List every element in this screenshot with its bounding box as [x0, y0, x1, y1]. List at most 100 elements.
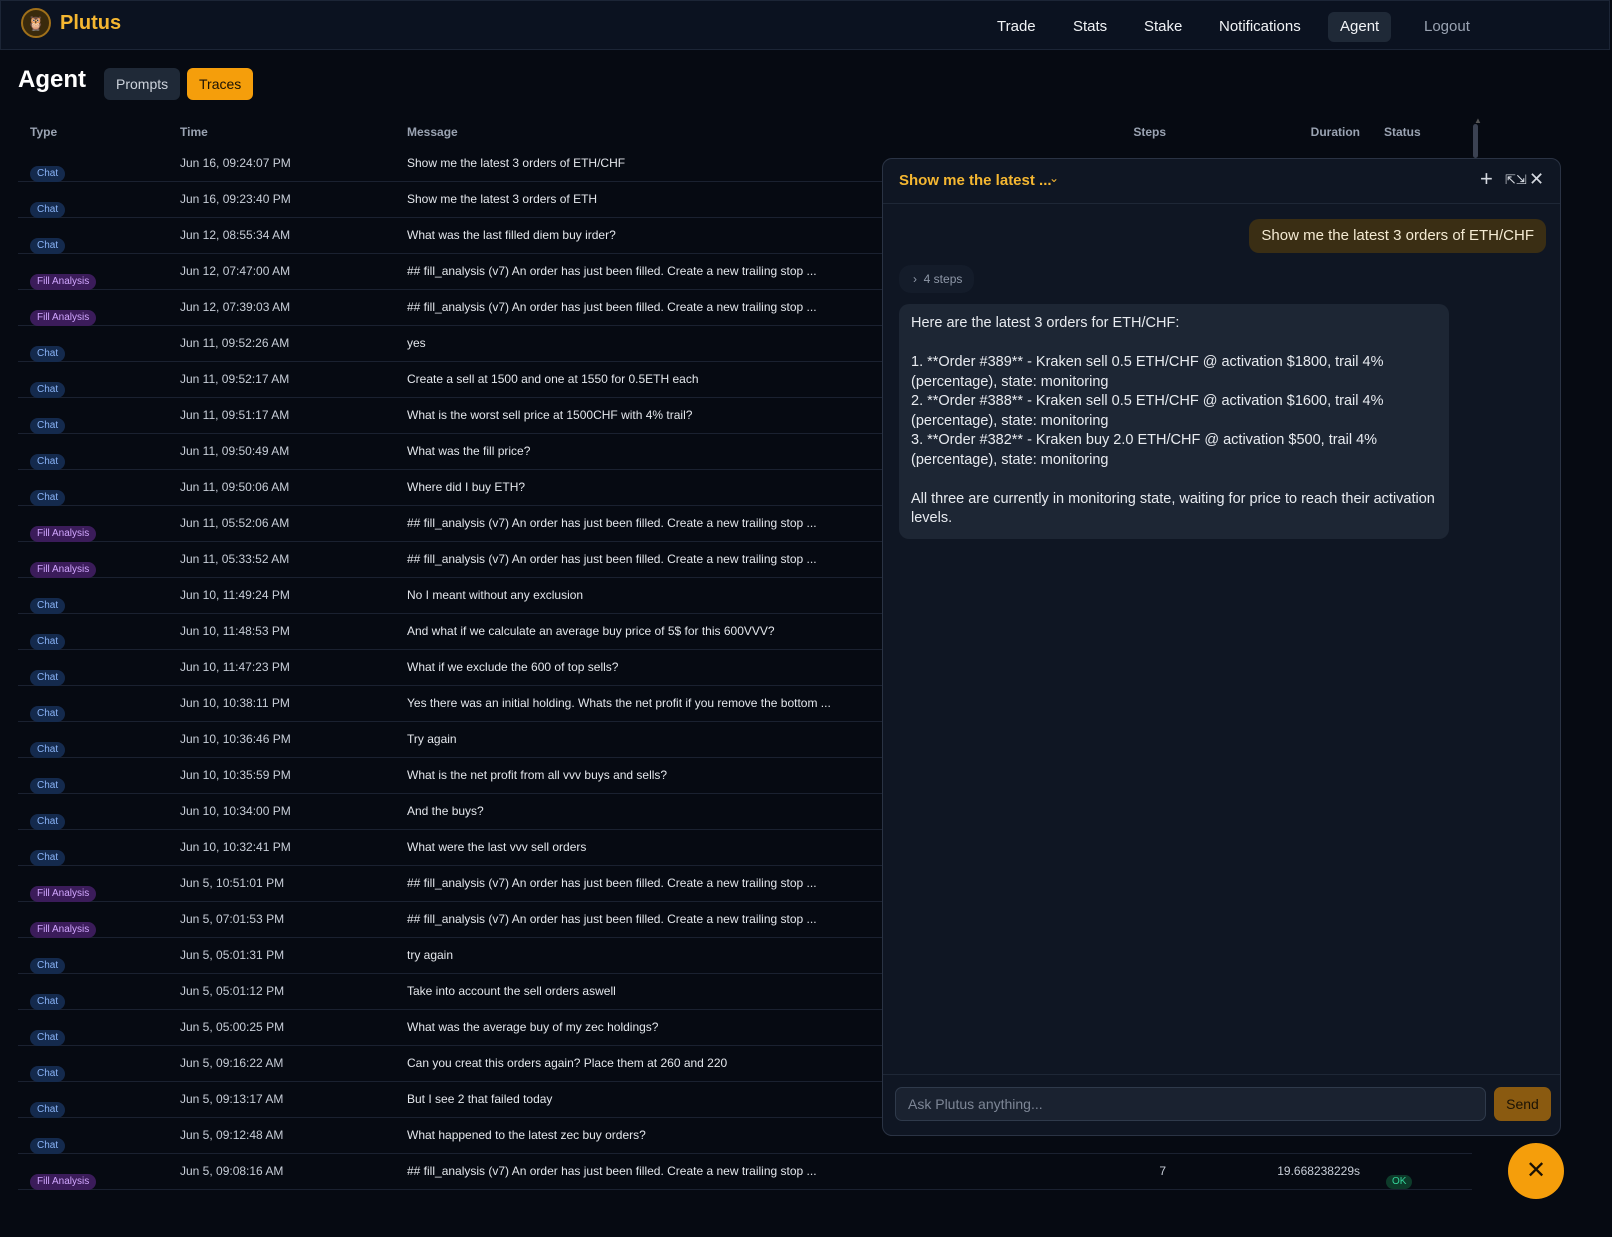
conversation-title[interactable]: Show me the latest ... [899, 172, 1052, 189]
expand-icon[interactable]: ⇱⇲ [1505, 171, 1527, 189]
row-message: Take into account the sell orders aswell [407, 984, 616, 998]
assistant-line: All three are currently in monitoring st… [911, 490, 1435, 527]
row-time: Jun 10, 10:32:41 PM [180, 840, 291, 854]
type-badge-label: Chat [30, 742, 66, 758]
row-message: ## fill_analysis (v7) An order has just … [407, 300, 817, 314]
table-row[interactable]: Fill Analysis Jun 5, 09:08:16 AM ## fill_a… [18, 1154, 1472, 1190]
row-time: Jun 10, 10:36:46 PM [180, 732, 291, 746]
type-badge-label: Chat [30, 346, 66, 362]
col-time[interactable]: Time [180, 125, 208, 139]
col-duration[interactable]: Duration [1311, 125, 1360, 139]
type-badge-label: Fill Analysis [30, 310, 97, 326]
row-time: Jun 10, 10:34:00 PM [180, 804, 291, 818]
row-time: Jun 5, 10:51:01 PM [180, 876, 285, 890]
nav-agent[interactable]: Agent [1328, 12, 1392, 42]
type-badge-label: Chat [30, 634, 66, 650]
type-badge-label: Chat [30, 850, 66, 866]
brand[interactable]: 🦉 Plutus [21, 8, 121, 38]
row-message: ## fill_analysis (v7) An order has just … [407, 264, 817, 278]
send-button[interactable]: Send [1494, 1087, 1551, 1121]
row-time: Jun 5, 09:13:17 AM [180, 1092, 284, 1106]
row-message: Create a sell at 1500 and one at 1550 fo… [407, 372, 699, 386]
row-message: No I meant without any exclusion [407, 588, 584, 602]
row-time: Jun 11, 05:33:52 AM [180, 552, 290, 566]
row-time: Jun 11, 09:50:49 AM [180, 444, 290, 458]
steps-label: 4 steps [923, 272, 963, 286]
type-badge-label: Fill Analysis [30, 922, 97, 938]
type-badge-label: Chat [30, 598, 66, 614]
type-badge-label: Fill Analysis [30, 1174, 97, 1190]
row-message: ## fill_analysis (v7) An order has just … [407, 912, 817, 926]
type-badge-label: Chat [30, 778, 66, 794]
tab-prompts[interactable]: Prompts [104, 68, 181, 100]
tab-traces[interactable]: Traces [187, 68, 254, 100]
row-steps: 7 [1159, 1164, 1166, 1178]
nav-logout[interactable]: Logout [1412, 12, 1482, 42]
chevron-right-icon: › [913, 272, 924, 286]
assistant-line: Here are the latest 3 orders for ETH/CHF… [911, 315, 1180, 331]
row-message: try again [407, 948, 454, 962]
row-time: Jun 10, 11:48:53 PM [180, 624, 290, 638]
owl-icon: 🦉 [21, 8, 51, 38]
row-message: What if we exclude the 600 of top sells? [407, 660, 619, 674]
row-message: What happened to the latest zec buy orde… [407, 1128, 646, 1142]
type-badge-label: Chat [30, 814, 66, 830]
steps-toggle[interactable]: › 4 steps [899, 265, 975, 293]
col-message[interactable]: Message [407, 125, 458, 139]
nav-stats[interactable]: Stats [1061, 12, 1119, 42]
assistant-line: 1. **Order #389** - Kraken sell 0.5 ETH/… [911, 354, 1384, 390]
col-steps[interactable]: Steps [1133, 125, 1166, 139]
row-message: Try again [407, 732, 457, 746]
page-title: Agent [18, 66, 86, 93]
row-message: What were the last vvv sell orders [407, 840, 587, 854]
assistant-line: 2. **Order #388** - Kraken sell 0.5 ETH/… [911, 393, 1384, 429]
row-time: Jun 12, 07:39:03 AM [180, 300, 291, 314]
row-message: Show me the latest 3 orders of ETH [407, 192, 598, 206]
row-time: Jun 10, 11:47:23 PM [180, 660, 290, 674]
type-badge-label: Chat [30, 418, 66, 434]
row-message: What was the fill price? [407, 444, 531, 458]
scroll-up-arrow[interactable]: ▲ [1474, 116, 1482, 125]
type-badge-label: Chat [30, 238, 66, 254]
chevron-down-icon[interactable]: ⌄ [1049, 171, 1059, 185]
user-message: Show me the latest 3 orders of ETH/CHF [1249, 219, 1546, 253]
type-badge-label: Fill Analysis [30, 526, 97, 542]
row-message: What is the worst sell price at 1500CHF … [407, 408, 693, 422]
type-badge-label: Chat [30, 382, 66, 398]
chat-panel: Show me the latest ... ⌄ + ⇱⇲ ✕ Show me … [882, 158, 1561, 1136]
row-message: Where did I buy ETH? [407, 480, 526, 494]
row-message: yes [407, 336, 426, 350]
type-badge-label: Chat [30, 490, 66, 506]
row-time: Jun 11, 09:51:17 AM [180, 408, 290, 422]
nav-stake[interactable]: Stake [1132, 12, 1194, 42]
brand-name: Plutus [60, 11, 122, 34]
type-badge-label: Chat [30, 706, 66, 722]
row-time: Jun 5, 05:01:12 PM [180, 984, 285, 998]
row-time: Jun 5, 09:16:22 AM [180, 1056, 284, 1070]
row-message: And the buys? [407, 804, 484, 818]
close-icon[interactable]: ✕ [1529, 170, 1544, 188]
row-message: ## fill_analysis (v7) An order has just … [407, 516, 817, 530]
row-message: Can you creat this orders again? Place t… [407, 1056, 728, 1070]
col-status[interactable]: Status [1384, 125, 1421, 139]
scrollbar-thumb[interactable] [1473, 124, 1478, 158]
row-message: What was the last filled diem buy irder? [407, 228, 616, 242]
status-label: OK [1386, 1175, 1413, 1189]
nav-trade[interactable]: Trade [985, 12, 1048, 42]
type-badge-label: Chat [30, 202, 66, 218]
col-type[interactable]: Type [30, 125, 57, 139]
assistant-message: Here are the latest 3 orders for ETH/CHF… [899, 304, 1449, 539]
type-badge-label: Chat [30, 1102, 66, 1118]
chat-input[interactable]: Ask Plutus anything... [895, 1087, 1486, 1121]
row-message: What was the average buy of my zec holdi… [407, 1020, 659, 1034]
row-time: Jun 11, 09:52:26 AM [180, 336, 290, 350]
close-chat-fab[interactable]: ✕ [1508, 1143, 1564, 1199]
assistant-line: 3. **Order #382** - Kraken buy 2.0 ETH/C… [911, 432, 1378, 468]
row-time: Jun 10, 10:38:11 PM [180, 696, 290, 710]
row-message: ## fill_analysis (v7) An order has just … [407, 1164, 817, 1178]
row-time: Jun 11, 05:52:06 AM [180, 516, 290, 530]
row-time: Jun 10, 10:35:59 PM [180, 768, 291, 782]
nav-notifications[interactable]: Notifications [1207, 12, 1313, 42]
plus-icon[interactable]: + [1480, 168, 1493, 190]
type-badge-label: Chat [30, 166, 66, 182]
